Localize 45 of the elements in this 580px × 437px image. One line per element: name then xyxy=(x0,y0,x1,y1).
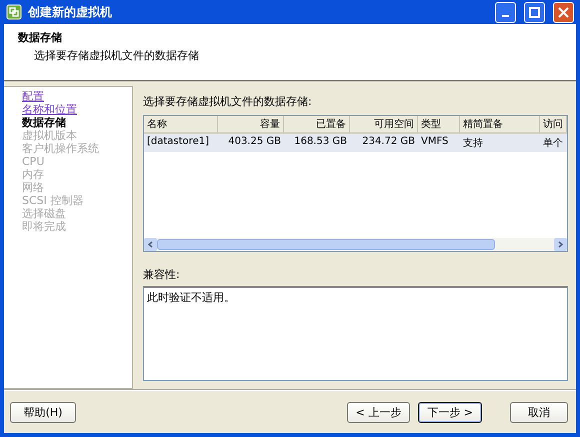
scroll-left-icon[interactable] xyxy=(147,241,154,248)
app-icon xyxy=(6,4,22,20)
step-item: SCSI 控制器 xyxy=(22,194,84,207)
table-cell[interactable]: [datastore1] xyxy=(144,134,218,152)
column-header[interactable]: 精简置备 xyxy=(460,116,540,134)
step-item: 即将完成 xyxy=(22,220,66,233)
table-cell[interactable]: VMFS xyxy=(418,134,460,152)
table-cell[interactable]: 单个 xyxy=(540,134,567,152)
column-header[interactable]: 可用空间 xyxy=(350,116,418,134)
close-icon xyxy=(558,6,569,18)
step-item[interactable]: 名称和位置 xyxy=(22,103,77,116)
minimize-icon xyxy=(502,15,509,17)
maximize-button[interactable] xyxy=(524,2,545,22)
window-title: 创建新的虚拟机 xyxy=(28,4,113,20)
step-item: 数据存储 xyxy=(22,116,66,129)
step-item: 选择磁盘 xyxy=(22,207,66,220)
column-header[interactable]: 访问 xyxy=(540,116,567,134)
table-cell[interactable]: 403.25 GB xyxy=(218,134,284,152)
step-item: CPU xyxy=(22,155,44,168)
column-header[interactable]: 名称 xyxy=(144,116,218,134)
table-label: 选择要存储虚拟机文件的数据存储: xyxy=(143,94,313,109)
step-item: 虚拟机版本 xyxy=(22,129,77,142)
compatibility-text: 此时验证不适用。 xyxy=(143,286,568,381)
column-header[interactable]: 容量 xyxy=(218,116,284,134)
scroll-right-icon[interactable] xyxy=(557,241,564,248)
column-header[interactable]: 类型 xyxy=(418,116,460,134)
cancel-button[interactable]: 取消 xyxy=(510,402,568,422)
minimize-button[interactable] xyxy=(495,2,516,22)
step-item[interactable]: 配置 xyxy=(22,90,44,103)
table-cell[interactable]: 支持 xyxy=(460,134,540,152)
table-cell[interactable]: 234.72 GB xyxy=(350,134,418,152)
next-button[interactable]: 下一步 > xyxy=(418,402,482,422)
step-item: 内存 xyxy=(22,168,44,181)
maximize-icon xyxy=(529,6,540,18)
step-item: 网络 xyxy=(22,181,44,194)
column-header[interactable]: 已置备 xyxy=(284,116,350,134)
help-button[interactable]: 帮助(H) xyxy=(10,402,76,422)
page-title: 数据存储 xyxy=(18,30,63,45)
horizontal-scrollbar[interactable] xyxy=(144,238,567,251)
close-button[interactable] xyxy=(553,2,574,22)
page-subtitle: 选择要存储虚拟机文件的数据存储 xyxy=(33,48,200,63)
table-cell[interactable]: 168.53 GB xyxy=(284,134,350,152)
step-item: 客户机操作系统 xyxy=(22,142,99,155)
back-button[interactable]: < 上一步 xyxy=(346,402,410,422)
compatibility-label: 兼容性: xyxy=(143,267,181,282)
